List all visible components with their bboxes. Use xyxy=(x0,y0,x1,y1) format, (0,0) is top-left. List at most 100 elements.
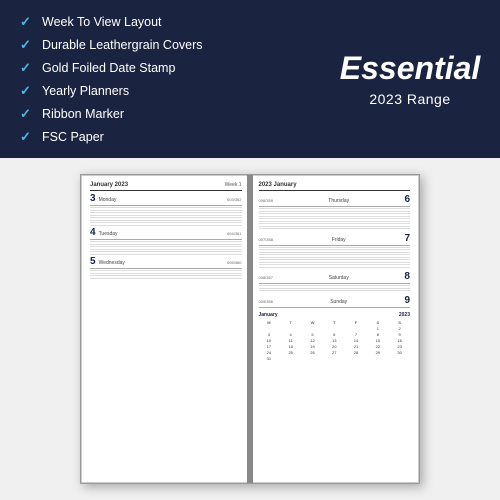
mini-cal-cell: 27 xyxy=(324,350,345,355)
features-section: ✓ Week To View Layout ✓ Durable Leatherg… xyxy=(0,0,320,158)
mini-calendar: January 2023 MTWTFSS12345678910111213141… xyxy=(259,312,411,361)
mini-cal-day-header: T xyxy=(324,320,345,325)
day-line xyxy=(259,216,411,217)
day-line xyxy=(259,213,411,214)
mini-cal-cell: 30 xyxy=(389,350,410,355)
mini-cal-cell xyxy=(367,356,388,361)
check-icon: ✓ xyxy=(20,14,34,30)
product-title: Essential xyxy=(340,51,481,86)
feature-text: Yearly Planners xyxy=(42,84,129,98)
mini-cal-cell: 31 xyxy=(259,356,280,361)
day-lines xyxy=(259,285,411,291)
day-line xyxy=(259,218,411,219)
mini-cal-cell: 20 xyxy=(324,344,345,349)
day-line xyxy=(259,290,411,291)
mini-cal-cell xyxy=(346,326,367,331)
mini-cal-cell: 9 xyxy=(389,332,410,337)
left-day-block: 5 Wednesday 005/360 xyxy=(90,257,242,278)
mini-cal-cell xyxy=(280,356,301,361)
day-info: 003/362 xyxy=(227,197,241,202)
mini-cal-cell: 22 xyxy=(367,344,388,349)
day-line xyxy=(90,278,242,279)
day-line xyxy=(90,249,242,250)
right-day-name: Thursday xyxy=(328,198,349,204)
day-line xyxy=(259,257,411,258)
mini-cal-cell xyxy=(346,356,367,361)
right-day-number: 8 xyxy=(404,271,410,282)
day-number: 5 xyxy=(90,257,96,267)
diary-book: January 2023 Week 1 3 Monday 003/362 4 T… xyxy=(80,174,420,484)
mini-cal-grid: MTWTFSS123456789101112131415161718192021… xyxy=(259,320,411,361)
left-month: January 2023 xyxy=(90,182,128,188)
right-day-header: 006/359 Thursday 6 xyxy=(259,194,411,207)
mini-cal-header: January 2023 xyxy=(259,312,411,318)
day-name: Wednesday xyxy=(99,260,125,266)
check-icon: ✓ xyxy=(20,37,34,53)
day-line xyxy=(259,259,411,260)
right-day-block: 008/357 Saturday 8 xyxy=(259,271,411,291)
day-line xyxy=(259,228,411,229)
feature-text: Durable Leathergrain Covers xyxy=(42,38,203,52)
feature-text: Week To View Layout xyxy=(42,15,162,29)
right-days: 006/359 Thursday 6 007/358 Friday 7 008/… xyxy=(259,194,411,308)
left-day-block: 3 Monday 003/362 xyxy=(90,194,242,225)
mini-cal-cell: 29 xyxy=(367,350,388,355)
diary-preview: January 2023 Week 1 3 Monday 003/362 4 T… xyxy=(0,158,500,500)
right-day-header: 009/356 Sunday 9 xyxy=(259,295,411,308)
mini-cal-cell: 21 xyxy=(346,344,367,349)
diary-spine xyxy=(247,175,253,483)
right-day-header: 008/357 Saturday 8 xyxy=(259,271,411,284)
left-week: Week 1 xyxy=(225,182,242,188)
day-line xyxy=(259,264,411,265)
left-day-block: 4 Tuesday 004/361 xyxy=(90,228,242,254)
mini-cal-cell: 11 xyxy=(280,338,301,343)
day-line xyxy=(259,223,411,224)
day-line xyxy=(259,226,411,227)
mini-cal-cell: 28 xyxy=(346,350,367,355)
mini-cal-cell: 5 xyxy=(302,332,323,337)
day-line xyxy=(90,254,242,255)
day-name: Monday xyxy=(99,197,117,203)
day-line xyxy=(90,270,242,271)
day-line xyxy=(259,208,411,209)
day-line xyxy=(90,251,242,252)
mini-cal-cell: 14 xyxy=(346,338,367,343)
top-banner: ✓ Week To View Layout ✓ Durable Leatherg… xyxy=(0,0,500,158)
diary-right-page: 2023 January 006/359 Thursday 6 007/358 … xyxy=(251,175,420,483)
mini-cal-day-header: T xyxy=(280,320,301,325)
mini-cal-day-header: M xyxy=(259,320,280,325)
day-line xyxy=(259,252,411,253)
mini-cal-cell: 18 xyxy=(280,344,301,349)
day-line xyxy=(90,222,242,223)
diary-left-page: January 2023 Week 1 3 Monday 003/362 4 T… xyxy=(81,175,251,483)
day-line xyxy=(259,285,411,286)
day-line xyxy=(90,246,242,247)
mini-cal-cell: 17 xyxy=(259,344,280,349)
mini-cal-cell: 4 xyxy=(280,332,301,337)
day-line xyxy=(90,210,242,211)
check-icon: ✓ xyxy=(20,106,34,122)
right-day-ref: 006/359 xyxy=(259,198,273,203)
day-lines xyxy=(90,207,242,225)
mini-cal: January 2023 MTWTFSS12345678910111213141… xyxy=(259,312,411,361)
feature-item-f5: ✓ Ribbon Marker xyxy=(20,106,300,122)
mini-cal-cell: 26 xyxy=(302,350,323,355)
mini-cal-day-header: S xyxy=(367,320,388,325)
mini-cal-cell xyxy=(324,356,345,361)
day-line xyxy=(90,220,242,221)
day-name: Tuesday xyxy=(99,231,118,237)
mini-cal-cell: 2 xyxy=(389,326,410,331)
mini-cal-day-header: F xyxy=(346,320,367,325)
day-line xyxy=(259,249,411,250)
mini-cal-cell: 10 xyxy=(259,338,280,343)
day-line xyxy=(259,288,411,289)
feature-text: Ribbon Marker xyxy=(42,107,124,121)
day-lines xyxy=(90,241,242,254)
day-info: 005/360 xyxy=(227,260,241,265)
right-day-name: Friday xyxy=(332,237,346,243)
day-lines xyxy=(259,208,411,229)
day-lines xyxy=(259,247,411,268)
day-line xyxy=(90,217,242,218)
day-lines xyxy=(90,270,242,278)
right-day-number: 6 xyxy=(404,194,410,205)
